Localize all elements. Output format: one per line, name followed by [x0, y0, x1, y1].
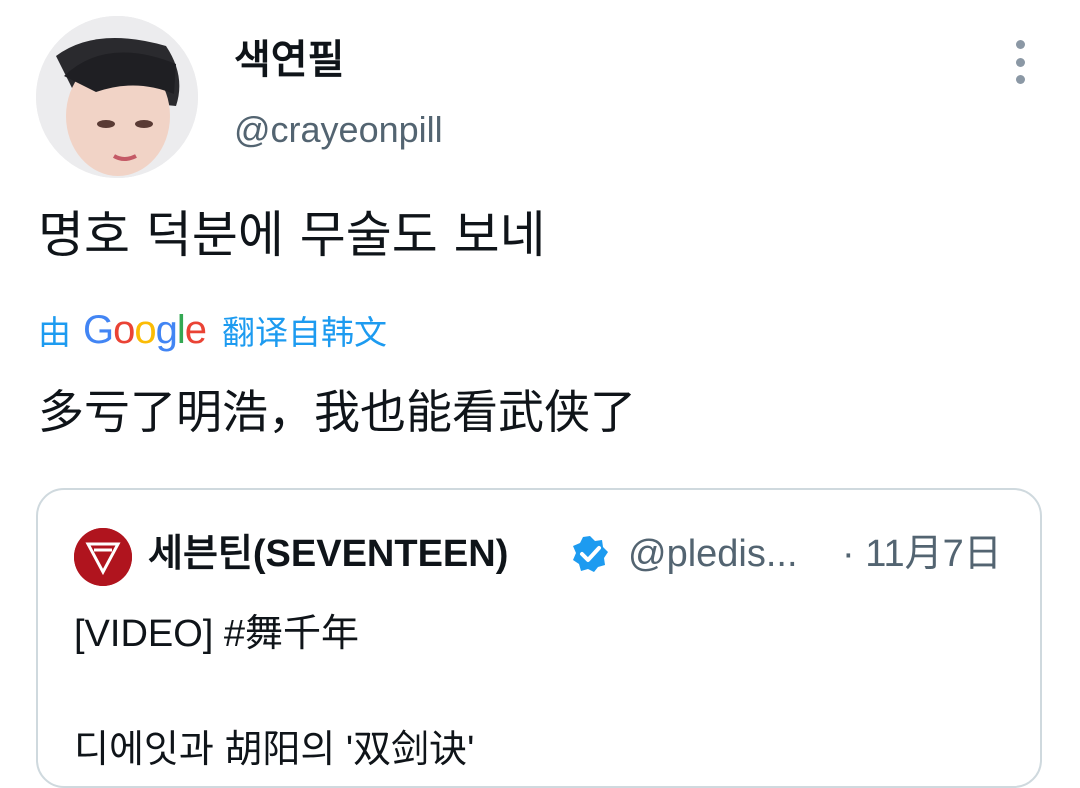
quoted-display-name[interactable]: 세븐틴(SEVENTEEN)	[148, 526, 508, 582]
tweet-text: 명호 덕분에 무술도 보네	[38, 206, 546, 264]
author-avatar[interactable]	[36, 16, 198, 178]
quoted-text-line: [VIDEO] #舞千年	[74, 613, 360, 655]
quoted-handle[interactable]: @pledis...	[628, 526, 798, 582]
translation-suffix: 翻译自韩文	[222, 313, 388, 352]
translation-attribution[interactable]: 由 Google 翻译自韩文	[38, 304, 387, 356]
more-options-icon[interactable]	[1006, 40, 1034, 84]
author-handle[interactable]: @crayeonpill	[234, 106, 443, 154]
quoted-tweet-card[interactable]: 세븐틴(SEVENTEEN) @pledis... · 11月7日 [VIDEO…	[36, 488, 1042, 788]
profile-photo	[36, 16, 198, 178]
translation-prefix: 由	[38, 313, 71, 352]
verified-badge-icon	[573, 536, 608, 572]
quoted-timestamp[interactable]: · 11月7日	[842, 526, 1002, 582]
translated-text: 多亏了明浩，我也能看武侠了	[38, 385, 636, 439]
seventeen-logo-icon	[74, 528, 132, 586]
quoted-text-line: 디에잇과 胡阳의 '双剑诀'	[74, 729, 475, 771]
author-display-name[interactable]: 색연필	[234, 34, 344, 86]
quoted-author-avatar[interactable]	[74, 528, 132, 586]
google-logo: Google	[83, 307, 207, 352]
